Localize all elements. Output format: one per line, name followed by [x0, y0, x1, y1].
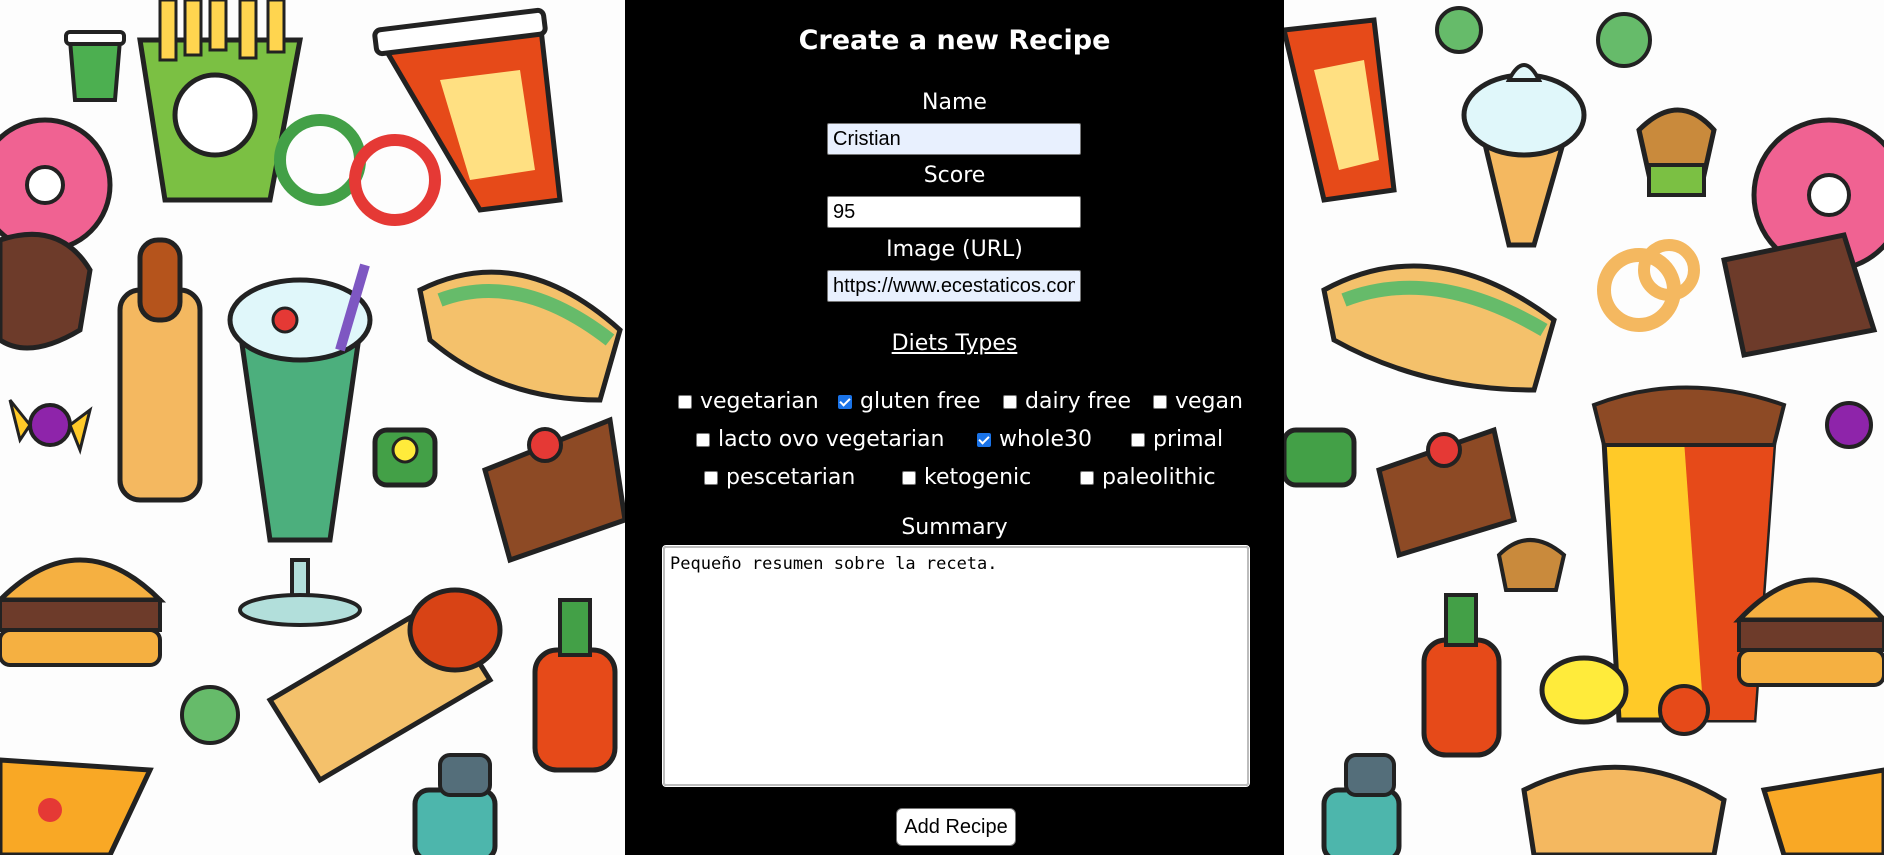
muffin-icon: [1496, 538, 1567, 592]
diet-checkbox-vegan[interactable]: vegan: [1153, 388, 1243, 416]
checkbox-box[interactable]: [1003, 395, 1017, 409]
diet-label: whole30: [999, 427, 1093, 452]
ketchup-bottle-icon: [1421, 593, 1502, 758]
name-label: Name: [922, 90, 987, 115]
muffin-icon: [1636, 107, 1717, 197]
diet-checkbox-dairy-free[interactable]: dairy free: [1003, 388, 1131, 416]
diet-label: primal: [1153, 427, 1224, 452]
page-title: Create a new Recipe: [798, 25, 1111, 56]
ice-cream-icon: [1461, 63, 1587, 248]
background-pattern-right: [1284, 0, 1884, 855]
cake-slice-icon: [1376, 426, 1517, 559]
image-url-input[interactable]: [827, 270, 1081, 302]
summary-textarea[interactable]: Pequeño resumen sobre la receta.: [662, 545, 1250, 787]
diets-types-heading: Diets Types: [891, 331, 1018, 356]
diet-checkbox-ketogenic[interactable]: ketogenic: [902, 464, 1031, 492]
diet-label: pescetarian: [726, 465, 856, 490]
soda-cup-icon: [1284, 17, 1397, 203]
cake-slice-icon: [481, 416, 625, 564]
pepper-rings-icon: [274, 114, 441, 226]
summary-label: Summary: [901, 515, 1008, 540]
checkbox-box[interactable]: [1153, 395, 1167, 409]
diet-checkbox-pescetarian[interactable]: pescetarian: [704, 464, 855, 492]
hot-dog-icon: [117, 237, 203, 503]
mug-icon: [1284, 427, 1357, 488]
onion-rings-icon: [1597, 239, 1700, 332]
hot-dog-icon: [1521, 764, 1727, 855]
diet-label: paleolithic: [1102, 465, 1216, 490]
lemon-icon: [1539, 655, 1629, 725]
soda-cup-icon: [372, 7, 563, 213]
diet-label: dairy free: [1025, 389, 1131, 414]
hot-dog-icon: [1321, 263, 1557, 393]
diet-checkbox-gluten-free[interactable]: gluten free: [838, 388, 981, 416]
candy-icon: [1825, 401, 1873, 449]
candy-icon: [8, 399, 93, 455]
tomato-slice-icon: [1658, 684, 1710, 736]
donut-icon: [1721, 117, 1884, 358]
leaf-icon: [180, 685, 240, 745]
diet-label: vegan: [1175, 389, 1243, 414]
donut-icon: [0, 117, 113, 351]
create-recipe-form: Create a new Recipe Name Score Image (UR…: [625, 0, 1284, 855]
pizza-icon: [1760, 767, 1884, 855]
checkbox-box[interactable]: [902, 471, 916, 485]
coffee-cup-icon: [64, 30, 126, 102]
name-input[interactable]: [827, 123, 1081, 155]
ketchup-bottle-icon: [532, 598, 618, 773]
add-recipe-button[interactable]: Add Recipe: [896, 808, 1016, 846]
diet-label: gluten free: [860, 389, 981, 414]
diet-checkbox-primal[interactable]: primal: [1131, 426, 1223, 454]
diet-label: ketogenic: [924, 465, 1032, 490]
score-label: Score: [923, 163, 986, 188]
pizza-icon: [0, 757, 154, 855]
diet-label: vegetarian: [700, 389, 819, 414]
checkbox-box-checked[interactable]: [977, 433, 991, 447]
sandwich-icon: [417, 269, 623, 403]
checkbox-box[interactable]: [1131, 433, 1145, 447]
diet-checkbox-whole30[interactable]: whole30: [977, 426, 1092, 454]
diet-label: lacto ovo vegetarian: [718, 427, 945, 452]
diet-checkbox-vegetarian[interactable]: vegetarian: [678, 388, 819, 416]
mug-icon: [372, 427, 438, 488]
checkbox-box[interactable]: [678, 395, 692, 409]
checkbox-box[interactable]: [704, 471, 718, 485]
diet-checkbox-paleolithic[interactable]: paleolithic: [1080, 464, 1216, 492]
image-url-label: Image (URL): [886, 237, 1023, 262]
salt-shaker-icon: [412, 753, 498, 855]
score-input[interactable]: [827, 196, 1081, 228]
diet-checkbox-lacto-ovo-vegetarian[interactable]: lacto ovo vegetarian: [696, 426, 944, 454]
leaf-icon: [1435, 6, 1652, 68]
checkbox-box[interactable]: [1080, 471, 1094, 485]
salt-shaker-icon: [1321, 753, 1402, 855]
burger-icon: [0, 557, 167, 667]
background-pattern-left: [0, 0, 625, 855]
milkshake-icon: [227, 263, 373, 627]
checkbox-box[interactable]: [696, 433, 710, 447]
checkbox-box-checked[interactable]: [838, 395, 852, 409]
